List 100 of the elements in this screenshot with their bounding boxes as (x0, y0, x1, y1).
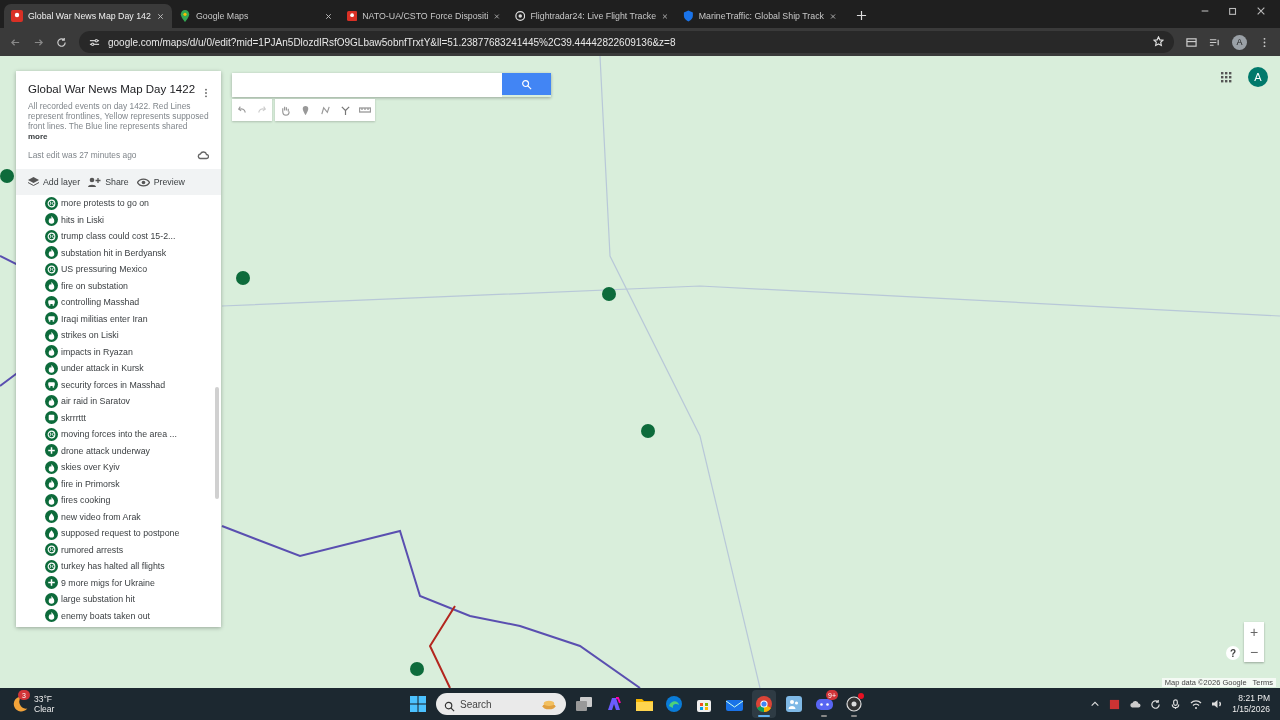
map-feature-item[interactable]: more protests to go on (16, 195, 221, 212)
close-icon (828, 11, 837, 21)
flame-marker-icon (45, 609, 58, 623)
cloud-icon (197, 149, 209, 161)
map-feature-item[interactable]: strikes on Liski (16, 327, 221, 344)
map-feature-item[interactable]: large substation hit (16, 591, 221, 608)
profile-avatar[interactable]: A (1232, 34, 1247, 50)
map-feature-item[interactable]: security forces in Masshad (16, 376, 221, 393)
zoom-out-button[interactable]: − (1244, 642, 1264, 662)
map-feature-item[interactable]: US pressuring Mexico (16, 261, 221, 278)
plus-marker-icon (45, 444, 58, 458)
stacked-windows-icon (576, 697, 592, 711)
truck-marker-icon (45, 312, 58, 326)
folder-icon (635, 697, 653, 711)
wifi-icon (1190, 698, 1203, 710)
map-description: All recorded events on day 1422. Red Lines represent frontlines, Yellow represents supposed front lines. The Blue line represents shared (28, 101, 209, 131)
weather-condition: Clear (34, 704, 55, 714)
hand-icon (279, 104, 291, 116)
clock-time: 8:21 PM (1238, 693, 1270, 704)
envelope-icon (725, 697, 743, 711)
drop-marker-icon (45, 510, 58, 524)
taskbar-app-button[interactable] (752, 690, 776, 718)
panel-action-button[interactable]: Share (88, 177, 129, 187)
map-feature-item[interactable]: turkey has halted all flights (16, 558, 221, 575)
map-feature-item[interactable]: fires cooking (16, 492, 221, 509)
map-title: Global War News Map Day 1422 (28, 83, 197, 95)
taskbar-search-field[interactable]: Search (436, 693, 566, 715)
undo-icon (237, 105, 247, 115)
map-feature-item[interactable]: enemy boats taken out (16, 607, 221, 624)
globe-marker-icon (45, 427, 58, 441)
map-marker-icon[interactable] (641, 424, 655, 438)
browser-tab[interactable]: Google Maps (172, 4, 340, 28)
tab-search-icon (1186, 36, 1197, 48)
browser-tab[interactable]: NATO-UA/CSTO Force Dispositi (340, 4, 508, 28)
browser-tab[interactable]: Global War News Map Day 142 (4, 4, 172, 28)
map-marker-icon[interactable] (236, 271, 250, 285)
map-feature-item[interactable]: impacts in Ryazan (16, 343, 221, 360)
map-feature-item[interactable]: supposed request to postpone (16, 525, 221, 542)
panel-action-button[interactable]: Preview (136, 177, 185, 187)
zoom-in-button[interactable]: + (1244, 622, 1264, 642)
map-feature-item[interactable]: under attack in Kursk (16, 360, 221, 377)
speaker-icon (1211, 698, 1224, 710)
fork-icon (339, 104, 351, 116)
map-feature-item[interactable]: trump class could cost 15-2... (16, 228, 221, 245)
url-text: google.com/maps/d/u/0/edit?mid=1PJAn5DlozdIRsfO9GLbaw5obnfTrxtY&ll=51.23877683241445%2C39.44442822609136&z=8 (108, 36, 676, 48)
address-bar[interactable]: google.com/maps/d/u/0/edit?mid=1PJAn5DlozdIRsfO9GLbaw5obnfTrxtY&ll=51.23877683241445%2C39.44442822609136&z=8 (79, 31, 1174, 53)
flame-marker-icon (45, 493, 58, 507)
plus-marker-icon (45, 576, 58, 590)
map-feature-item[interactable]: new video from Arak (16, 508, 221, 525)
browser-tab[interactable]: Flightradar24: Live Flight Tracke (508, 4, 676, 28)
temperature-text: 33°F (34, 694, 54, 704)
alert-dot (858, 693, 864, 699)
panel-action-button[interactable]: Add layer (28, 177, 81, 187)
globe-marker-icon (45, 559, 58, 573)
flame-marker-icon (45, 328, 58, 342)
close-icon (1256, 5, 1266, 16)
plus-icon (856, 10, 867, 21)
globe-marker-icon (45, 262, 58, 276)
map-feature-item[interactable]: hits in Liski (16, 211, 221, 228)
layers-icon (28, 177, 39, 187)
browser-logo-icon (756, 696, 772, 712)
redo-icon (257, 105, 267, 115)
radar-icon (515, 10, 526, 22)
apps-grid-icon (1221, 72, 1233, 84)
map-feature-item[interactable]: Iraqi militias enter Iran (16, 310, 221, 327)
star-icon (1153, 35, 1164, 47)
square-marker-icon (45, 411, 58, 425)
search-icon (521, 78, 532, 90)
cloud-icon (1129, 698, 1142, 710)
map-feature-item[interactable]: drone attack underway (16, 442, 221, 459)
map-feature-item[interactable]: moving forces into the area ... (16, 426, 221, 443)
browser-tab[interactable]: MarineTraffic: Global Ship Track (676, 4, 844, 28)
site-settings-icon (89, 36, 100, 48)
map-feature-item[interactable]: fire on substation (16, 277, 221, 294)
scrollbar-thumb[interactable] (215, 387, 219, 499)
map-feature-item[interactable]: skies over Kyiv (16, 459, 221, 476)
chevron-up-icon (1090, 699, 1101, 709)
truck-marker-icon (45, 378, 58, 392)
map-marker-icon[interactable] (602, 287, 616, 301)
map-marker-icon[interactable] (410, 662, 424, 676)
wave-logo-icon (666, 696, 682, 712)
map-marker-icon[interactable] (0, 169, 14, 183)
map-feature-item[interactable]: skrrrttt (16, 409, 221, 426)
globe-marker-icon (45, 196, 58, 210)
flame-marker-icon (45, 592, 58, 606)
map-feature-item[interactable]: fire in Primorsk (16, 475, 221, 492)
flame-marker-icon (45, 361, 58, 375)
more-link[interactable]: more (28, 132, 209, 141)
map-feature-item[interactable]: rumored arrests (16, 541, 221, 558)
shield-icon (683, 10, 694, 22)
flame-marker-icon (45, 279, 58, 293)
map-feature-item[interactable]: 9 more migs for Ukraine (16, 574, 221, 591)
map-feature-item[interactable]: controlling Masshad (16, 294, 221, 311)
close-icon (156, 11, 165, 21)
search-field[interactable] (232, 73, 502, 97)
map-feature-item[interactable]: air raid in Saratov (16, 393, 221, 410)
close-icon (661, 11, 669, 21)
flame-marker-icon (45, 345, 58, 359)
close-icon (324, 11, 333, 21)
map-feature-item[interactable]: substation hit in Berdyansk (16, 244, 221, 261)
